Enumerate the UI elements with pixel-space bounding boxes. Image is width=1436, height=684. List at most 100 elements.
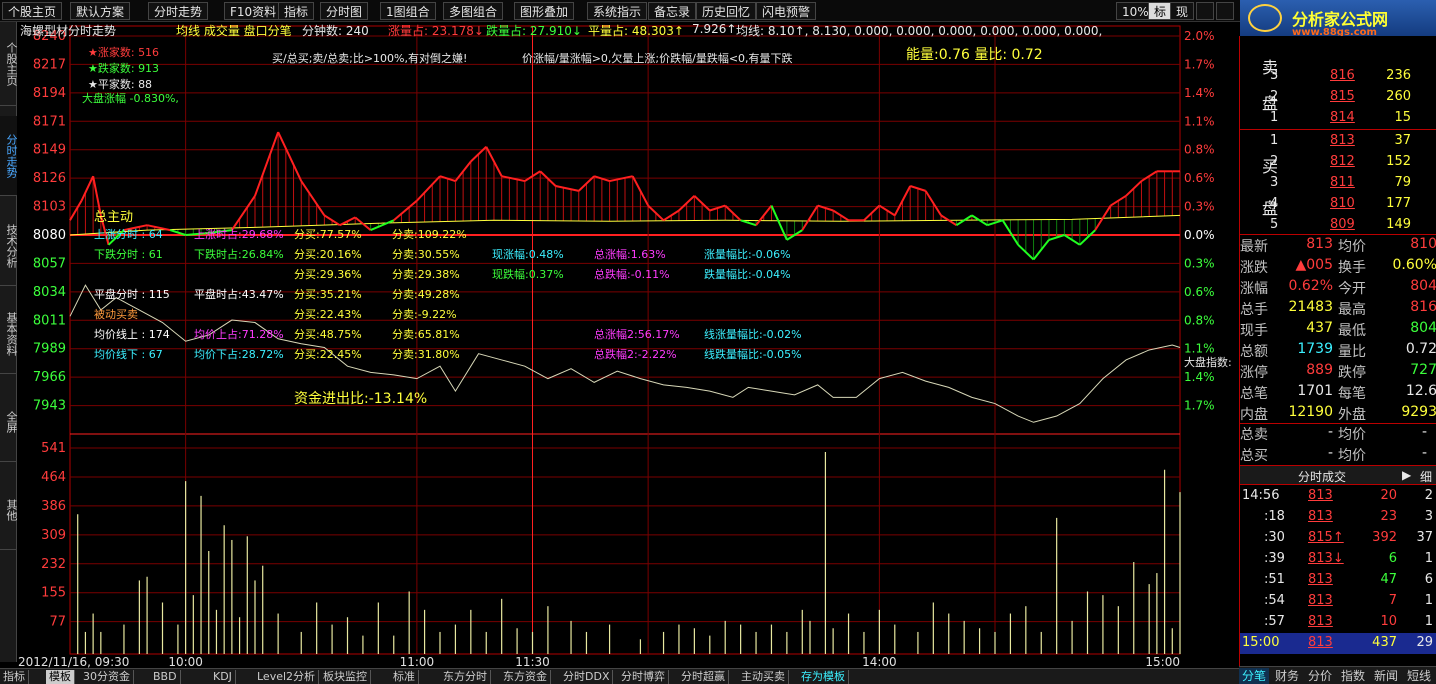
toolbar-item-0[interactable]: 个股主页 [2, 2, 63, 20]
bottom-tab-5[interactable]: Level2分析 [254, 670, 320, 684]
tick-row-4: :51 813 47 6 [1240, 570, 1436, 591]
up-count: ★涨家数: 516 [88, 46, 160, 59]
quote-field-8: 内盘 12190 外盘 9293 [1240, 403, 1436, 424]
tick-count: 2 [1424, 488, 1433, 503]
total_sell-value: - [1327, 424, 1333, 440]
quote-field-3: 总手 21483 最高 816 [1240, 298, 1436, 319]
field-value-right: 816 [1410, 299, 1436, 315]
toolbar: 个股主页 默认方案 分时走势 F10资料 指标 分时图 1图组合 多图组合 图形叠加 系统指示 备忘… [0, 0, 1240, 22]
toolbar-item-2[interactable]: 分时走势 [148, 2, 209, 20]
bid-volume: 177 [1386, 196, 1411, 211]
field-value-left: 813 [1306, 236, 1333, 252]
quote-total-buy: 总买 - 均价 - [1240, 444, 1436, 465]
toolbar-item-12[interactable]: 闪电预警 [756, 2, 817, 20]
pct-axis-label-2: 1.4% [1184, 86, 1215, 100]
bottom-tab-1[interactable]: 模板 [46, 670, 75, 684]
panel-tab-0[interactable]: 分笔 [1239, 668, 1270, 684]
bottom-tab-0[interactable]: 指标 [0, 670, 29, 684]
ticks-detail-button[interactable]: 细 [1420, 468, 1432, 485]
analysis-row-0-col-3: 分卖:109.22% [392, 228, 467, 241]
price-segment-17 [370, 219, 395, 232]
toolbar-item-7[interactable]: 多图组合 [443, 2, 504, 20]
bottom-tab-10[interactable]: 分时DDX [560, 670, 614, 684]
tick-volume: 47 [1380, 572, 1397, 587]
play-icon[interactable]: ▶ [1402, 468, 1411, 482]
field-value-left: 1739 [1297, 341, 1333, 357]
toolbar-item-5[interactable]: 分时图 [320, 2, 369, 20]
bottom-tab-11[interactable]: 分时博弈 [618, 670, 669, 684]
quote-field-4: 现手 437 最低 804 [1240, 319, 1436, 340]
total_buy-label: 总买 [1240, 448, 1268, 464]
bid-row-3: 4 810 177 [1240, 194, 1436, 215]
volume-axis-label-4: 232 [41, 557, 66, 572]
volume-axis-label-0: 541 [41, 441, 66, 456]
left-tab-3[interactable]: 基本资料 [0, 294, 18, 374]
bottom-tab-14[interactable]: 存为模板 [798, 670, 849, 684]
bottom-tab-4[interactable]: KDJ [210, 670, 236, 684]
tick-count: 3 [1424, 509, 1433, 524]
panel-tab-1[interactable]: 财务 [1272, 668, 1302, 684]
panel-tab-3[interactable]: 指数 [1338, 668, 1368, 684]
ticks-header[interactable]: 分时成交 [1298, 468, 1346, 485]
field-label-left: 总额 [1240, 344, 1268, 360]
left-tab-5[interactable]: 其他 [0, 470, 18, 550]
time-axis-label-1: 10:00 [168, 655, 203, 668]
panel-tab-4[interactable]: 新闻 [1371, 668, 1401, 684]
bottom-tab-7[interactable]: 标准 [390, 670, 419, 684]
bid-row-4: 5 809 149 [1240, 215, 1436, 236]
bottom-tab-12[interactable]: 分时超赢 [678, 670, 729, 684]
tick-time: 15:00 [1242, 635, 1280, 650]
window-icon-1[interactable] [1196, 2, 1214, 20]
tick-time: :30 [1264, 530, 1285, 545]
tick-count: 1 [1424, 593, 1433, 608]
tick-volume: 23 [1380, 509, 1397, 524]
grid-cell-5-1: 均价下占:28.72% [194, 348, 284, 361]
toolbar-item-4[interactable]: 指标 [278, 2, 315, 20]
tick-row-2: :30 815↑ 392 37 [1240, 528, 1436, 549]
tick-price: 813 [1308, 509, 1333, 524]
field-label-right: 最高 [1338, 302, 1366, 318]
toolbar-item-8[interactable]: 图形叠加 [514, 2, 575, 20]
field-value-right: 0.60% [1392, 257, 1436, 273]
toolbar-item-1[interactable]: 默认方案 [70, 2, 131, 20]
field-label-right: 量比 [1338, 344, 1366, 360]
grid-cell-1-6: 跌量幅比:-0.04% [704, 268, 791, 281]
bottom-tab-bar: 指标 模板 30分资金 BBD KDJ Level2分析 板块监控 标准 东方分时 东方资金 分时D… [0, 668, 1240, 684]
price-segment-11 [254, 131, 280, 197]
left-tab-0[interactable]: 个股主页 [0, 22, 18, 106]
bottom-tab-3[interactable]: BBD [150, 670, 181, 684]
intraday-chart[interactable]: 8240 8217 8194 8171 8149 8126 8103 8080 8057 8034… [18, 22, 1238, 668]
grid-cell-4-6: 线涨量幅比:-0.02% [704, 328, 802, 341]
toolbar-item-9[interactable]: 系统指示 [587, 2, 648, 20]
bid-price: 812 [1330, 154, 1355, 169]
grid-cell-5-0: 均价线下 : 67 [94, 348, 163, 361]
toolbar-right-2[interactable]: 现 [1170, 2, 1195, 20]
grid-cell-3-0: 被动买卖 [94, 308, 138, 321]
quote-field-5: 总额 1739 量比 0.72 [1240, 340, 1436, 361]
toolbar-item-6[interactable]: 1图组合 [380, 2, 436, 20]
toolbar-item-3[interactable]: F10资料 [224, 2, 283, 20]
tick-row-5: :54 813 7 1 [1240, 591, 1436, 612]
left-tab-1[interactable]: 分时走势 [0, 116, 18, 196]
toolbar-item-11[interactable]: 历史回忆 [696, 2, 757, 20]
bottom-tab-13[interactable]: 主动买卖 [738, 670, 789, 684]
ask-level: 3 [1270, 68, 1279, 83]
left-tab-2[interactable]: 技术分析 [0, 206, 18, 286]
logo-icon [1248, 4, 1282, 32]
bottom-tab-6[interactable]: 板块监控 [320, 670, 371, 684]
price-segment-18 [393, 199, 418, 222]
bottom-tab-2[interactable]: 30分资金 [80, 670, 134, 684]
bid-row-2: 3 811 79 [1240, 173, 1436, 194]
grid-cell-0-5: 总涨幅:1.63% [594, 248, 666, 261]
window-icon-2[interactable] [1216, 2, 1234, 20]
left-tab-4[interactable]: 全屏 [0, 382, 18, 462]
grid-cell-5-5: 总跌幅2:-2.22% [594, 348, 677, 361]
bottom-tab-8[interactable]: 东方分时 [440, 670, 491, 684]
panel-tab-2[interactable]: 分价 [1305, 668, 1335, 684]
panel-tab-5[interactable]: 短线 [1404, 668, 1434, 684]
grid-cell-0-1: 下跌时占:26.84% [194, 248, 284, 261]
tick-time: :39 [1264, 551, 1285, 566]
bottom-tab-9[interactable]: 东方资金 [500, 670, 551, 684]
toolbar-right-1[interactable]: 标 [1148, 2, 1173, 20]
toolbar-item-10[interactable]: 备忘录 [648, 2, 697, 20]
